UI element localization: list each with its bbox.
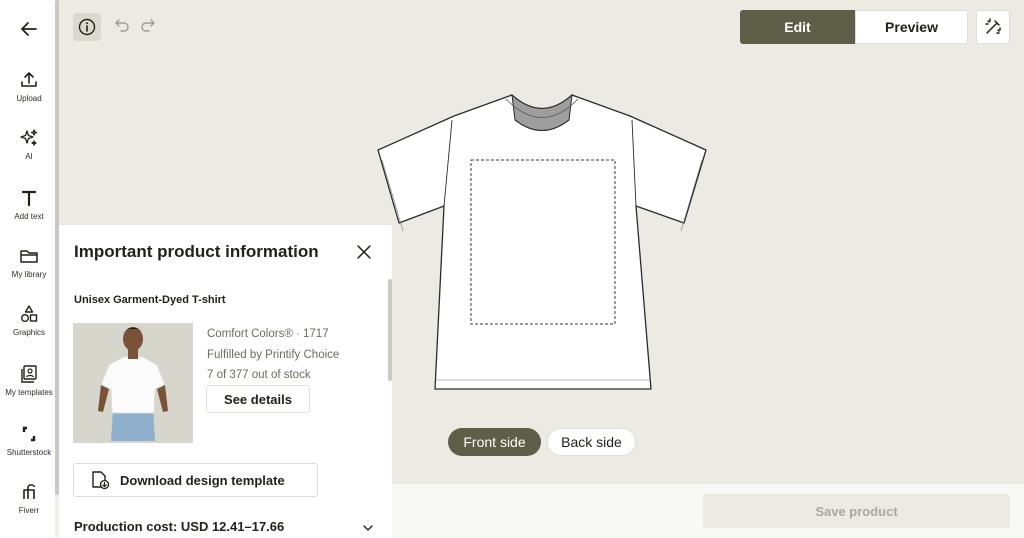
sparkle-icon	[20, 129, 38, 146]
download-file-icon	[92, 471, 110, 490]
front-side-button[interactable]: Front side	[448, 428, 541, 456]
back-side-button[interactable]: Back side	[547, 428, 636, 456]
tshirt-canvas[interactable]	[372, 88, 712, 394]
product-info-panel: Important product information Unisex Gar…	[59, 224, 392, 538]
sidebar-item-add-text[interactable]: Add text	[0, 188, 58, 221]
sidebar-item-label: Add text	[14, 212, 44, 221]
preview-tab[interactable]: Preview	[855, 10, 968, 44]
back-arrow-icon[interactable]	[14, 14, 44, 44]
shapes-icon	[21, 305, 38, 322]
undo-icon[interactable]	[113, 16, 131, 34]
info-button[interactable]	[73, 13, 101, 41]
text-icon	[21, 190, 37, 207]
chevron-down-icon[interactable]	[361, 521, 375, 535]
product-name: Unisex Garment-Dyed T-shirt	[74, 294, 226, 306]
panel-title: Important product information	[74, 242, 319, 261]
sidebar-item-shutterstock[interactable]: Shutterstock	[0, 424, 58, 457]
close-icon[interactable]	[355, 243, 373, 261]
redo-icon[interactable]	[139, 16, 157, 34]
sidebar-item-ai[interactable]: AI	[0, 128, 58, 161]
templates-icon	[21, 365, 37, 383]
product-photo	[73, 323, 193, 443]
product-brand: Comfort Colors® · 1717	[207, 328, 329, 340]
magic-wand-icon	[985, 18, 1001, 34]
sidebar-item-my-templates[interactable]: My templates	[0, 364, 58, 397]
sidebar-item-label: My templates	[5, 388, 53, 397]
sidebar-item-my-library[interactable]: My library	[0, 246, 58, 279]
fulfillment-info: Fulfilled by Printify Choice	[207, 349, 340, 361]
sidebar-item-graphics[interactable]: Graphics	[0, 304, 58, 337]
download-template-button[interactable]: Download design template	[73, 463, 318, 497]
sidebar-item-label: Shutterstock	[6, 448, 52, 457]
edit-tab[interactable]: Edit	[740, 10, 855, 44]
sidebar-item-label: AI	[25, 152, 33, 161]
mode-switch: Edit Preview	[740, 10, 968, 44]
sidebar-item-label: Fiverr	[18, 506, 40, 515]
sidebar-item-fiverr[interactable]: Fiverr	[0, 482, 58, 515]
shutterstock-icon	[22, 426, 36, 442]
sidebar-item-upload[interactable]: Upload	[0, 70, 58, 103]
info-icon	[78, 18, 96, 36]
upload-icon	[21, 72, 37, 87]
stock-info: 7 of 377 out of stock	[207, 369, 311, 381]
panel-scrollbar[interactable]	[388, 279, 392, 381]
fiverr-icon	[23, 484, 35, 499]
production-cost[interactable]: Production cost: USD 12.41–17.66	[74, 519, 284, 534]
save-product-button[interactable]: Save product	[703, 494, 1010, 528]
sidebar-item-label: Upload	[16, 94, 42, 103]
sidebar-item-label: Graphics	[12, 328, 45, 337]
download-template-label: Download design template	[120, 472, 285, 488]
sidebar-item-label: My library	[11, 270, 47, 279]
magic-tools-button[interactable]	[976, 10, 1010, 44]
left-sidebar: Upload AI Add text My library Graphics M…	[0, 0, 58, 538]
see-details-button[interactable]: See details	[206, 385, 310, 413]
folder-icon	[20, 250, 38, 263]
